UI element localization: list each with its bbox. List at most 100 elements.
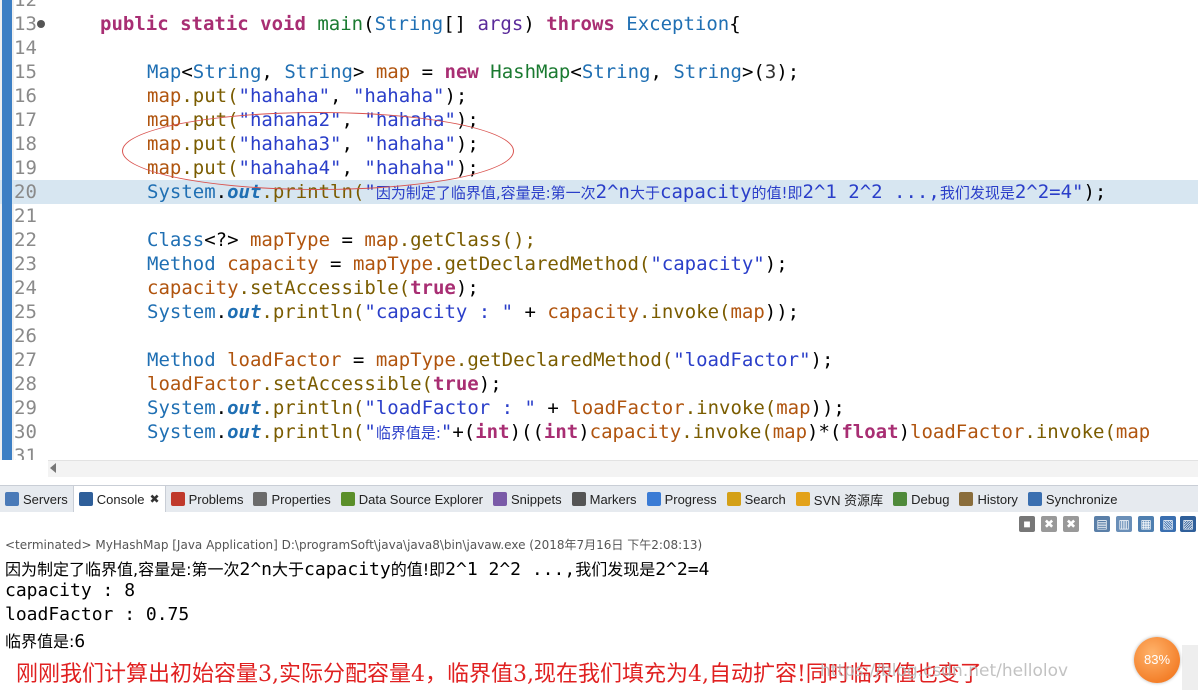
- code-line-23[interactable]: 23 Method capacity = mapType.getDeclared…: [0, 252, 1198, 276]
- view-tab-bar: Servers Console ✖ Problems Properties Data So…: [0, 485, 1198, 513]
- problems-icon: [170, 492, 185, 506]
- code-line-21[interactable]: 21: [0, 204, 1198, 228]
- change-marker: [2, 180, 12, 204]
- tab-problems[interactable]: Problems: [166, 486, 249, 512]
- code-line-12[interactable]: 12: [0, 0, 1198, 12]
- code-line-24[interactable]: 24 capacity.setAccessible(true);: [0, 276, 1198, 300]
- variable: map: [147, 85, 182, 107]
- display-selected-console-icon[interactable]: ▨: [1180, 516, 1196, 532]
- editor-horizontal-scrollbar[interactable]: [48, 460, 1198, 477]
- console-vertical-scrollbar[interactable]: [1182, 645, 1198, 690]
- console-status: <terminated> MyHashMap [Java Application…: [5, 538, 703, 552]
- number-literal: 3: [764, 61, 777, 83]
- tab-data-source-explorer[interactable]: Data Source Explorer: [336, 486, 488, 512]
- type: Class: [147, 229, 205, 251]
- close-icon[interactable]: ✖: [150, 492, 160, 506]
- code-line-19[interactable]: 19 map.put("hahaha4", "hahaha");: [0, 156, 1198, 180]
- class-name: System: [147, 421, 216, 443]
- tab-label: Synchronize: [1045, 491, 1118, 507]
- console-output-line: capacity : 8: [5, 580, 136, 601]
- tab-svn[interactable]: SVN 资源库: [791, 486, 888, 512]
- code-line-20[interactable]: 20 System.out.println("因为制定了临界值,容量是:第一次2…: [0, 180, 1198, 204]
- punct: )((: [509, 421, 544, 443]
- scroll-left-icon[interactable]: [50, 463, 56, 473]
- variable: map: [364, 229, 399, 251]
- code-line-14[interactable]: 14: [0, 36, 1198, 60]
- code-line-30[interactable]: 30 System.out.println("临界值是:"+(int)((int…: [0, 420, 1198, 444]
- method-call: .put(: [181, 109, 239, 131]
- string-literal: ": [364, 181, 376, 203]
- line-number: 12: [14, 0, 37, 11]
- method-call: .setAccessible(: [238, 277, 411, 299]
- code-line-22[interactable]: 22 Class<?> mapType = map.getClass();: [0, 228, 1198, 252]
- type: Map: [147, 61, 182, 83]
- code-text: System.out.println("因为制定了临界值,容量是:第一次2^n大…: [147, 180, 1106, 205]
- code-text: public static void main(String[] args) t…: [100, 12, 741, 36]
- punct: );: [764, 253, 788, 275]
- pin-console-icon[interactable]: ▧: [1160, 516, 1176, 532]
- type: Method: [147, 253, 216, 275]
- tab-label: Properties: [271, 491, 331, 507]
- variable: loadFactor: [147, 373, 262, 395]
- method-call: .invoke(: [681, 421, 773, 443]
- punct: +(: [452, 421, 476, 443]
- tab-progress[interactable]: Progress: [642, 486, 722, 512]
- change-marker: [2, 276, 12, 300]
- tab-properties[interactable]: Properties: [248, 486, 335, 512]
- code-line-26[interactable]: 26: [0, 324, 1198, 348]
- variable: mapType: [352, 253, 434, 275]
- tab-console[interactable]: Console ✖: [72, 486, 166, 512]
- code-line-17[interactable]: 17 map.put("hahaha2", "hahaha");: [0, 108, 1198, 132]
- punct: .: [215, 301, 228, 323]
- terminate-icon[interactable]: ■: [1019, 516, 1035, 532]
- tab-snippets[interactable]: Snippets: [488, 486, 567, 512]
- tab-synchronize[interactable]: Synchronize: [1023, 486, 1123, 512]
- remove-launch-icon[interactable]: ✖: [1041, 516, 1057, 532]
- tab-markers[interactable]: Markers: [567, 486, 642, 512]
- code-line-18[interactable]: 18 map.put("hahaha3", "hahaha");: [0, 132, 1198, 156]
- punct: ,: [341, 109, 365, 131]
- keyword: true: [410, 277, 456, 299]
- type: String: [673, 61, 742, 83]
- string-literal: "capacity": [650, 253, 765, 275]
- code-line-27[interactable]: 27 Method loadFactor = mapType.getDeclar…: [0, 348, 1198, 372]
- tab-debug[interactable]: Debug: [888, 486, 954, 512]
- string-literal: "hahaha2": [238, 109, 342, 131]
- string-literal: "hahaha": [364, 109, 456, 131]
- code-text: Class<?> mapType = map.getClass();: [147, 228, 536, 252]
- remove-all-terminated-icon[interactable]: ✖: [1063, 516, 1079, 532]
- console-output-line: loadFactor : 0.75: [5, 604, 190, 625]
- code-text: capacity.setAccessible(true);: [147, 276, 479, 300]
- console-icon: [78, 492, 93, 506]
- search-icon: [726, 492, 741, 506]
- string-literal: "hahaha": [352, 85, 445, 107]
- string-literal: 我们发现是: [939, 184, 1015, 202]
- code-line-15[interactable]: 15 Map<String, String> map = new HashMap…: [0, 60, 1198, 84]
- tab-servers[interactable]: Servers: [0, 486, 73, 512]
- word-wrap-icon[interactable]: ▦: [1138, 516, 1154, 532]
- tab-history[interactable]: History: [954, 486, 1022, 512]
- tab-label: Problems: [188, 491, 244, 507]
- change-marker: [2, 324, 12, 348]
- code-line-29[interactable]: 29 System.out.println("loadFactor : " + …: [0, 396, 1198, 420]
- punct: .: [215, 397, 228, 419]
- tab-search[interactable]: Search: [722, 486, 791, 512]
- variable: map: [375, 61, 411, 83]
- progress-badge[interactable]: 83%: [1134, 637, 1180, 683]
- variable: mapType: [375, 349, 456, 371]
- change-marker: [2, 396, 12, 420]
- code-line-25[interactable]: 25 System.out.println("capacity : " + ca…: [0, 300, 1198, 324]
- punct: ,: [650, 61, 674, 83]
- code-line-16[interactable]: 16 map.put("hahaha", "hahaha");: [0, 84, 1198, 108]
- output-text: 2^n: [239, 559, 272, 580]
- clear-console-icon[interactable]: ▤: [1094, 516, 1110, 532]
- code-line-28[interactable]: 28 loadFactor.setAccessible(true);: [0, 372, 1198, 396]
- static-field: out: [227, 421, 262, 443]
- scroll-lock-icon[interactable]: ▥: [1116, 516, 1132, 532]
- variable: map: [730, 301, 765, 323]
- code-line-13[interactable]: 13 public static void main(String[] args…: [0, 12, 1198, 36]
- fold-icon[interactable]: [37, 20, 45, 28]
- code-line-31[interactable]: 31: [0, 444, 1198, 460]
- code-editor[interactable]: 12 13 public static void main(String[] a…: [0, 0, 1198, 460]
